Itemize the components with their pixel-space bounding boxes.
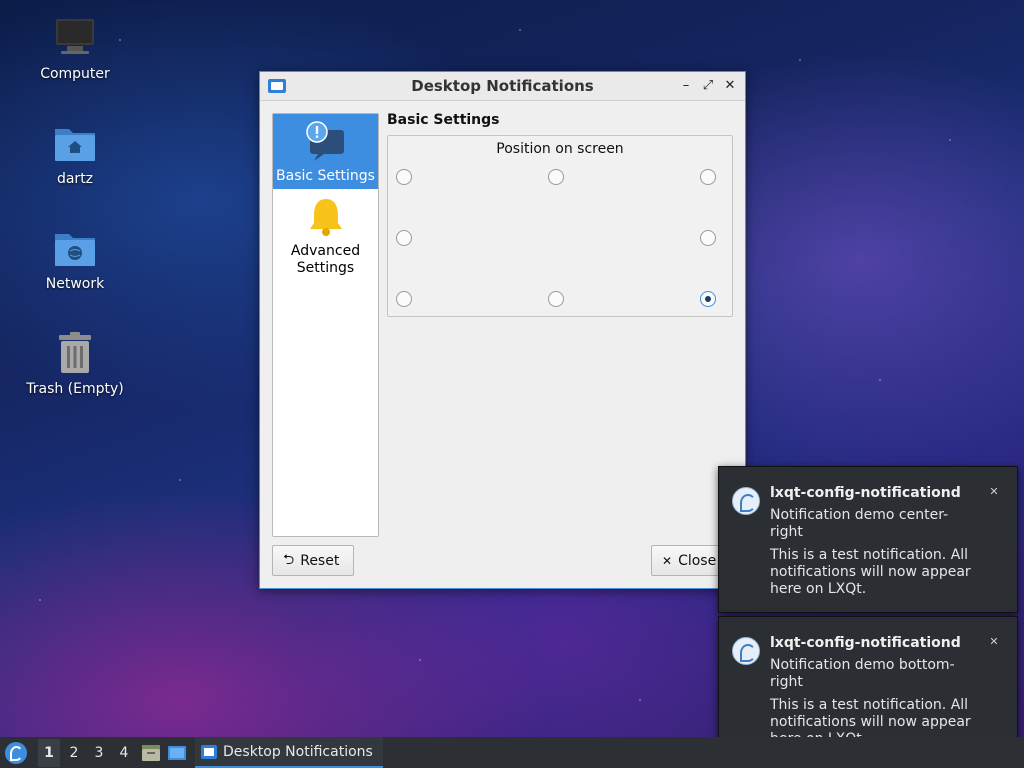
radio-bottom-right[interactable] — [700, 291, 716, 307]
desktop-icon-label: dartz — [56, 171, 94, 187]
sidebar-item-basic-settings[interactable]: Basic Settings — [273, 114, 378, 189]
position-on-screen-group: Position on screen — [387, 135, 733, 317]
desktop-notifications-window: Desktop Notifications – ⤢ ✕ Basic Settin… — [259, 71, 746, 589]
bell-icon — [302, 195, 350, 239]
show-desktop-icon[interactable] — [167, 744, 187, 762]
desktop-icon-label: Network — [45, 276, 105, 292]
radio-center-left[interactable] — [396, 230, 412, 246]
trash-icon — [53, 331, 97, 375]
desktop-icon-label: Trash (Empty) — [26, 381, 124, 397]
position-group-legend: Position on screen — [496, 141, 624, 157]
sidebar-item-advanced-settings[interactable]: Advanced Settings — [273, 189, 378, 281]
task-app-icon — [201, 744, 217, 759]
taskbar-task-desktop-notifications[interactable]: Desktop Notifications — [195, 737, 383, 768]
desktop-icon-computer[interactable]: Computer — [20, 16, 130, 82]
settings-sidebar: Basic Settings Advanced Settings — [272, 113, 379, 537]
notification-summary: Notification demo bottom-right — [770, 657, 955, 690]
file-manager-icon[interactable] — [141, 744, 161, 762]
network-folder-icon — [53, 226, 97, 270]
lxqt-app-icon — [732, 637, 760, 665]
section-title: Basic Settings — [387, 112, 500, 128]
reset-icon: ⮌ — [283, 551, 295, 568]
window-controls: – ⤢ ✕ — [677, 77, 739, 95]
desktop-switcher-4[interactable]: 4 — [113, 739, 135, 767]
notification-summary: Notification demo center-right — [770, 507, 949, 540]
notification-app-name: lxqt-config-notificationd — [770, 485, 961, 501]
notification-body: This is a test notification. All notific… — [770, 547, 971, 597]
radio-bottom-center[interactable] — [548, 291, 564, 307]
home-folder-icon — [53, 121, 97, 165]
notification-close-icon[interactable]: ✕ — [987, 635, 1001, 649]
close-button-label: Close — [678, 552, 717, 569]
minimize-button[interactable]: – — [677, 77, 695, 95]
desktop-switcher-2[interactable]: 2 — [63, 739, 85, 767]
window-titlebar[interactable]: Desktop Notifications – ⤢ ✕ — [260, 72, 745, 101]
window-app-icon — [268, 79, 286, 93]
radio-top-right[interactable] — [700, 169, 716, 185]
radio-top-left[interactable] — [396, 169, 412, 185]
notification-app-name: lxqt-config-notificationd — [770, 635, 961, 651]
lxqt-app-icon — [732, 487, 760, 515]
reset-button-label: Reset — [300, 552, 340, 569]
maximize-button[interactable]: ⤢ — [699, 77, 717, 95]
desktop-switcher-3[interactable]: 3 — [88, 739, 110, 767]
sidebar-item-label: Advanced Settings — [290, 243, 361, 276]
notification-center-right[interactable]: lxqt-config-notificationd Notification d… — [718, 466, 1018, 613]
desktop-icon-label: Computer — [40, 66, 110, 82]
computer-icon — [53, 16, 97, 60]
reset-button[interactable]: ⮌ Reset — [272, 545, 354, 576]
radio-center-right[interactable] — [700, 230, 716, 246]
radio-bottom-left[interactable] — [396, 291, 412, 307]
notification-icon — [302, 120, 350, 164]
desktop-icon-trash[interactable]: Trash (Empty) — [20, 331, 130, 397]
notification-close-icon[interactable]: ✕ — [987, 485, 1001, 499]
close-window-button[interactable]: ✕ — [721, 77, 739, 95]
start-menu-icon[interactable] — [5, 741, 27, 764]
desktop-icon-network[interactable]: Network — [20, 226, 130, 292]
radio-top-center[interactable] — [548, 169, 564, 185]
desktop-icon-dartz[interactable]: dartz — [20, 121, 130, 187]
close-icon: ✕ — [662, 553, 673, 568]
window-title: Desktop Notifications — [411, 77, 594, 95]
taskbar: 1 2 3 4 Desktop Notifications — [0, 737, 1024, 768]
sidebar-item-label: Basic Settings — [276, 168, 375, 184]
desktop-switcher-1[interactable]: 1 — [38, 738, 60, 767]
task-label: Desktop Notifications — [223, 743, 373, 760]
